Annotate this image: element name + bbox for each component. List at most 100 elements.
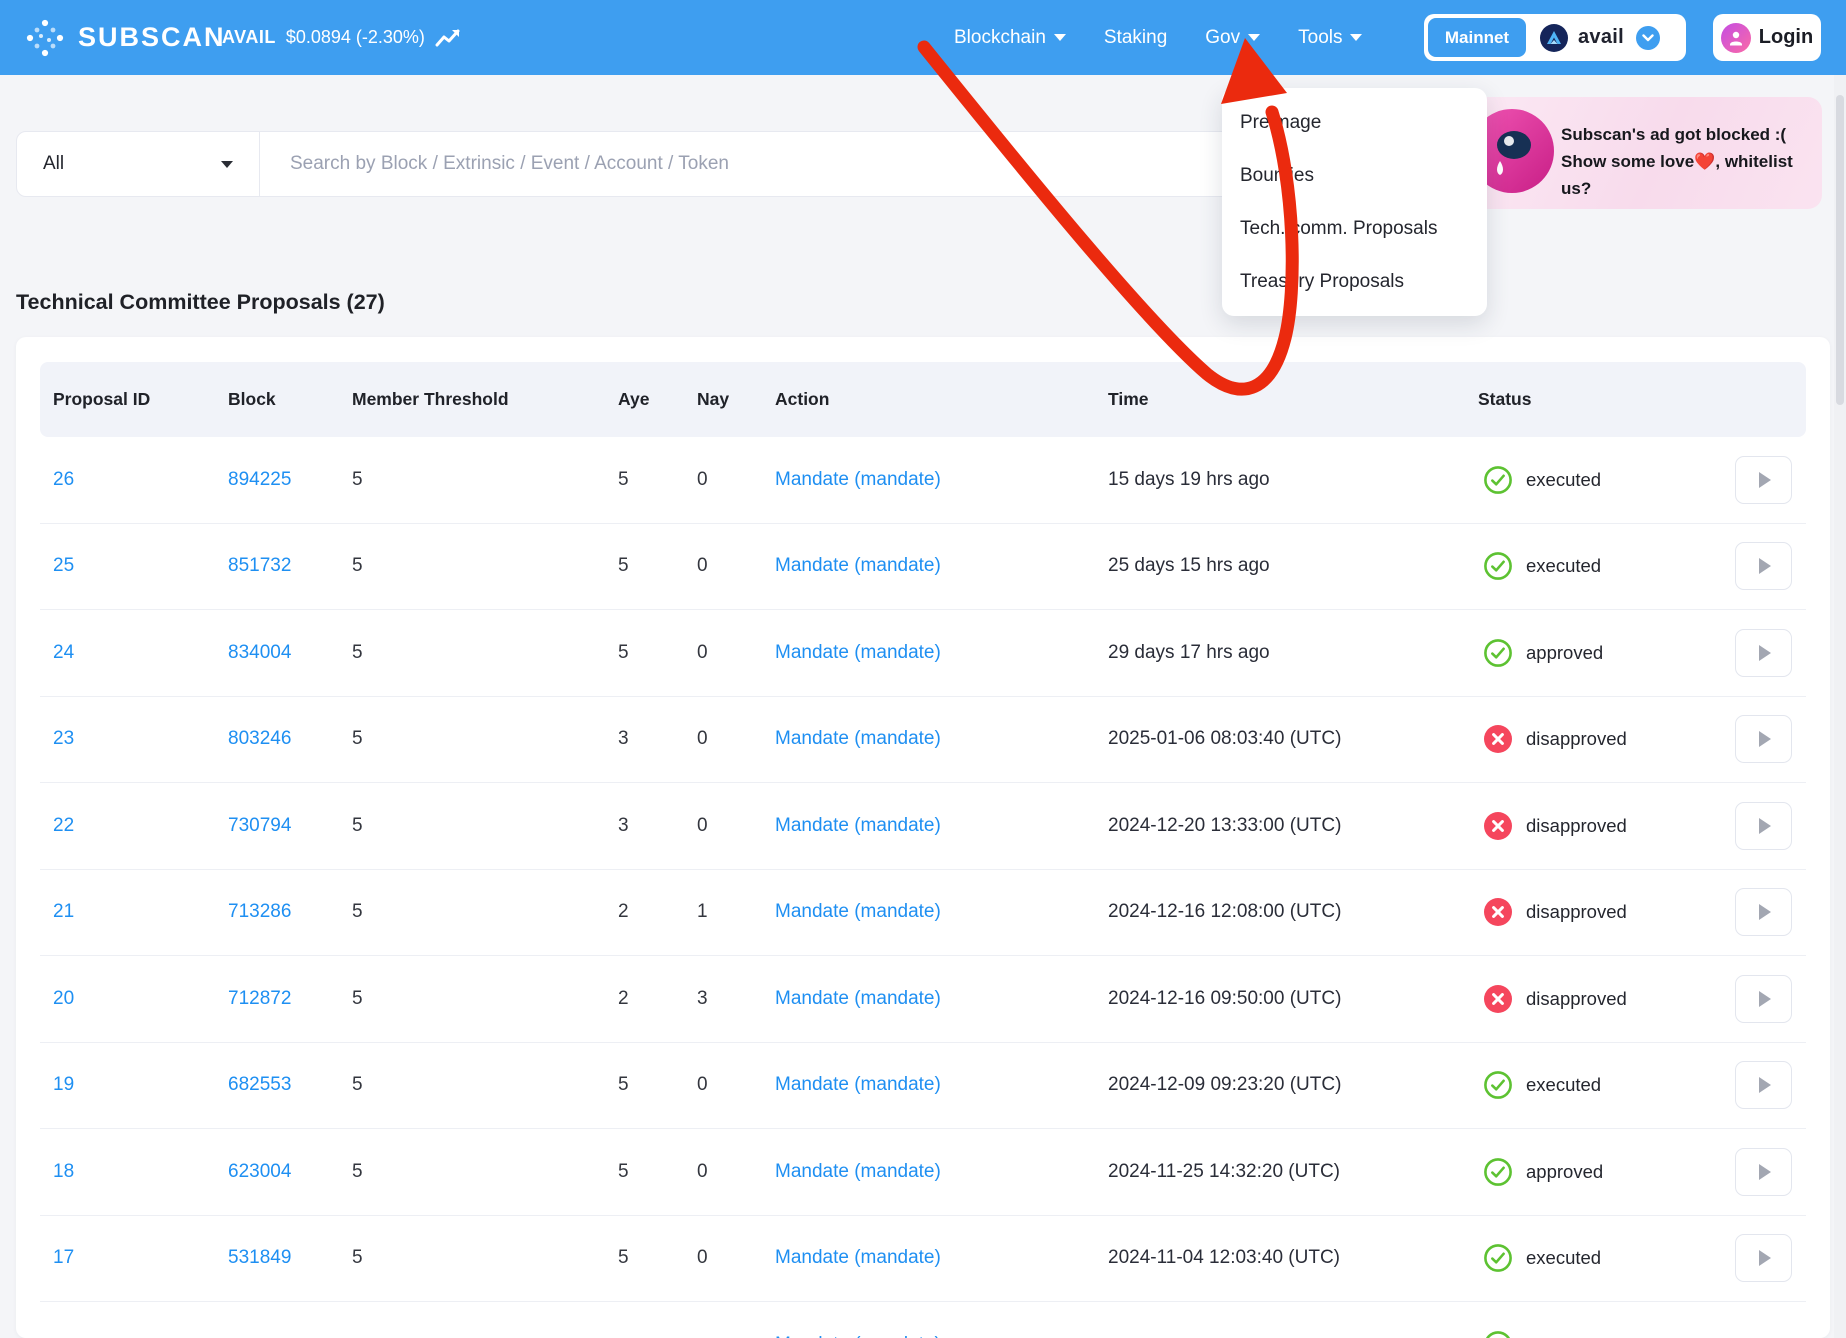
token-price: $0.0894 (-2.30%)	[286, 27, 425, 48]
expand-row-button[interactable]	[1735, 802, 1792, 850]
expand-row-button[interactable]	[1735, 715, 1792, 763]
expand-row-button[interactable]	[1735, 888, 1792, 936]
proposals-card: Proposal ID Block Member Threshold Aye N…	[16, 337, 1830, 1338]
network-mainnet-button[interactable]: Mainnet	[1428, 18, 1526, 57]
col-header-action: Action	[775, 389, 1108, 410]
expand-row-button[interactable]	[1735, 542, 1792, 590]
login-button[interactable]: Login	[1713, 14, 1821, 61]
table-row: 18 623004 5 5 0 Mandate (mandate) 2024-1…	[40, 1129, 1806, 1216]
status-label: disapproved	[1526, 988, 1627, 1010]
block-link[interactable]: 682553	[228, 1074, 352, 1096]
action-link[interactable]: Mandate (mandate)	[775, 469, 1108, 491]
action-link[interactable]: Mandate (mandate)	[775, 1334, 1108, 1338]
network-chevron-down-icon[interactable]	[1636, 26, 1660, 50]
status-label: approved	[1526, 1161, 1603, 1183]
proposal-id-link[interactable]: 22	[53, 815, 228, 837]
col-header-nay: Nay	[697, 389, 775, 410]
login-label: Login	[1759, 26, 1813, 49]
status-badge	[1469, 1330, 1698, 1338]
status-badge: executed	[1469, 465, 1698, 495]
block-link[interactable]: 712872	[228, 988, 352, 1010]
time-value: 2024-11-25 14:32:20 (UTC)	[1108, 1161, 1469, 1183]
block-link[interactable]: 730794	[228, 815, 352, 837]
status-label: executed	[1526, 469, 1601, 491]
nav-item-gov[interactable]: Gov	[1205, 27, 1260, 49]
block-link[interactable]: 834004	[228, 642, 352, 664]
time-value: 2025-01-06 08:03:40 (UTC)	[1108, 728, 1469, 750]
nay-value: 0	[697, 1074, 775, 1096]
menu-item-tech-comm-proposals[interactable]: Tech. comm. Proposals	[1222, 202, 1487, 255]
menu-item-bounties[interactable]: Bounties	[1222, 149, 1487, 202]
menu-item-treasury-proposals[interactable]: Treasury Proposals	[1222, 255, 1487, 308]
ad-line-2[interactable]: Show some love❤️, whitelist us?	[1561, 148, 1822, 202]
nav-item-tools[interactable]: Tools	[1298, 27, 1362, 49]
action-link[interactable]: Mandate (mandate)	[775, 728, 1108, 750]
col-header-aye: Aye	[618, 389, 697, 410]
brand[interactable]: SUBSCAN	[24, 0, 226, 75]
user-avatar-icon	[1721, 23, 1751, 53]
proposal-id-link[interactable]: 20	[53, 988, 228, 1010]
action-link[interactable]: Mandate (mandate)	[775, 901, 1108, 923]
action-link[interactable]: Mandate (mandate)	[775, 555, 1108, 577]
proposal-id-link[interactable]: 19	[53, 1074, 228, 1096]
expand-row-button[interactable]	[1735, 629, 1792, 677]
price-chart-icon[interactable]	[435, 27, 461, 49]
proposal-id-link[interactable]: 25	[53, 555, 228, 577]
proposal-id-link[interactable]: 23	[53, 728, 228, 750]
proposal-id-link[interactable]: 21	[53, 901, 228, 923]
action-link[interactable]: Mandate (mandate)	[775, 1161, 1108, 1183]
action-link[interactable]: Mandate (mandate)	[775, 988, 1108, 1010]
action-link[interactable]: Mandate (mandate)	[775, 1247, 1108, 1269]
member-threshold-value: 5	[352, 1247, 618, 1269]
action-link[interactable]: Mandate (mandate)	[775, 815, 1108, 837]
time-value: 2024-12-09 09:23:20 (UTC)	[1108, 1074, 1469, 1096]
network-switcher[interactable]: Mainnet avail	[1424, 14, 1686, 61]
scrollbar-thumb[interactable]	[1836, 95, 1844, 405]
block-link[interactable]: 531849	[228, 1247, 352, 1269]
top-header: SUBSCAN AVAIL $0.0894 (-2.30%) Blockchai…	[0, 0, 1846, 75]
nav-item-staking[interactable]: Staking	[1104, 27, 1167, 49]
expand-row-button[interactable]	[1735, 1061, 1792, 1109]
chevron-down-icon	[1350, 34, 1362, 41]
block-link[interactable]: 623004	[228, 1161, 352, 1183]
menu-item-preimage[interactable]: Preimage	[1222, 96, 1487, 149]
status-label: executed	[1526, 555, 1601, 577]
search-filter-select[interactable]: All	[17, 132, 259, 196]
main-nav: Blockchain Staking Gov Tools	[954, 0, 1362, 75]
nay-value: 0	[697, 815, 775, 837]
play-triangle-icon	[1759, 1077, 1771, 1093]
x-circle-icon	[1483, 984, 1513, 1014]
proposal-id-link[interactable]: 26	[53, 469, 228, 491]
table-row: 23 803246 5 3 0 Mandate (mandate) 2025-0…	[40, 697, 1806, 784]
table-row: 24 834004 5 5 0 Mandate (mandate) 29 day…	[40, 610, 1806, 697]
nav-item-label: Blockchain	[954, 27, 1046, 49]
expand-row-button[interactable]	[1735, 1234, 1792, 1282]
block-link[interactable]: 713286	[228, 901, 352, 923]
proposal-id-link[interactable]: 24	[53, 642, 228, 664]
proposal-id-link[interactable]: 18	[53, 1161, 228, 1183]
member-threshold-value: 5	[352, 1074, 618, 1096]
member-threshold-value: 5	[352, 555, 618, 577]
expand-row-button[interactable]	[1735, 456, 1792, 504]
aye-value: 3	[618, 728, 697, 750]
block-link[interactable]: 803246	[228, 728, 352, 750]
status-badge: approved	[1469, 638, 1698, 668]
action-link[interactable]: Mandate (mandate)	[775, 1074, 1108, 1096]
action-link[interactable]: Mandate (mandate)	[775, 642, 1108, 664]
proposal-id-link[interactable]: 17	[53, 1247, 228, 1269]
expand-row-button[interactable]	[1735, 1148, 1792, 1196]
status-badge: executed	[1469, 1243, 1698, 1273]
nav-item-blockchain[interactable]: Blockchain	[954, 27, 1066, 49]
expand-row-button[interactable]	[1735, 975, 1792, 1023]
check-circle-icon	[1483, 465, 1513, 495]
chevron-down-icon	[221, 161, 233, 168]
block-link[interactable]: 894225	[228, 469, 352, 491]
nay-value: 0	[697, 728, 775, 750]
block-link[interactable]: 851732	[228, 555, 352, 577]
token-price-block: AVAIL $0.0894 (-2.30%)	[222, 0, 461, 75]
scrollbar[interactable]	[1834, 75, 1846, 1338]
aye-value: 2	[618, 901, 697, 923]
status-badge: disapproved	[1469, 984, 1698, 1014]
status-badge: disapproved	[1469, 811, 1698, 841]
time-value: 2024-12-20 13:33:00 (UTC)	[1108, 815, 1469, 837]
